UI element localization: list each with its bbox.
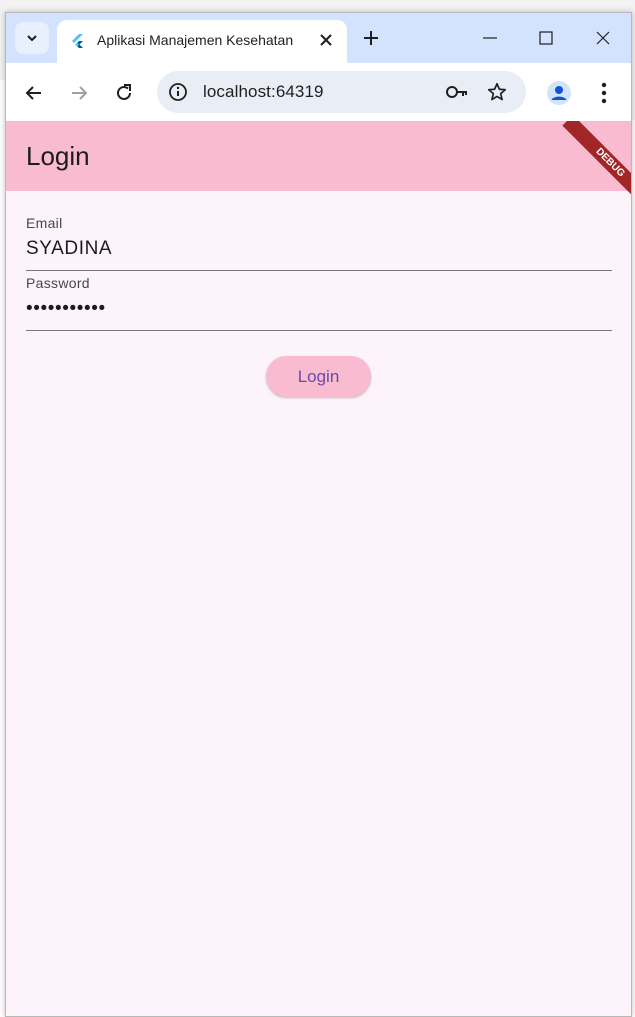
email-label: Email — [26, 215, 63, 231]
flutter-icon — [72, 34, 83, 48]
new-tab-icon[interactable] — [361, 28, 381, 48]
password-field[interactable]: Password ••••••••••• — [26, 271, 612, 331]
maximize-icon[interactable] — [536, 28, 556, 48]
close-icon — [320, 34, 332, 46]
site-info-icon[interactable] — [168, 82, 188, 102]
app-bar: Login — [6, 121, 631, 191]
forward-arrow-icon[interactable] — [67, 81, 91, 105]
more-menu-icon[interactable] — [594, 80, 614, 106]
browser-toolbar: localhost:64319 — [6, 63, 631, 121]
minimize-icon[interactable] — [480, 28, 500, 48]
tab-active[interactable]: Aplikasi Manajemen Kesehatan — [57, 20, 347, 63]
email-input[interactable]: SYADINA — [26, 238, 112, 260]
star-icon[interactable] — [486, 81, 508, 103]
address-bar[interactable]: localhost:64319 — [157, 71, 526, 113]
debug-banner: DEBUG — [553, 121, 631, 201]
login-button[interactable]: Login — [266, 356, 371, 397]
tab-bar: Aplikasi Manajemen Kesehatan — [6, 13, 631, 63]
password-input[interactable]: ••••••••••• — [26, 298, 106, 320]
tab-title: Aplikasi Manajemen Kesehatan — [97, 32, 294, 48]
reload-icon[interactable] — [112, 81, 136, 105]
back-arrow-icon[interactable] — [22, 81, 46, 105]
chevron-down-icon — [27, 35, 37, 42]
key-icon[interactable] — [445, 82, 469, 102]
tab-search-button[interactable] — [15, 22, 49, 54]
email-field[interactable]: Email SYADINA — [26, 211, 612, 271]
password-underline — [26, 330, 612, 331]
profile-avatar-icon[interactable] — [546, 80, 572, 106]
page-title: Login — [26, 141, 90, 171]
url-text[interactable]: localhost:64319 — [203, 82, 324, 102]
window-close-icon[interactable] — [593, 28, 613, 48]
login-form: Email SYADINA Password ••••••••••• — [26, 211, 612, 331]
browser-window: Aplikasi Manajemen Kesehatan localhost:6… — [5, 12, 632, 1017]
password-label: Password — [26, 275, 90, 291]
debug-banner-label: DEBUG — [562, 121, 631, 201]
tab-close-button[interactable] — [316, 30, 336, 50]
